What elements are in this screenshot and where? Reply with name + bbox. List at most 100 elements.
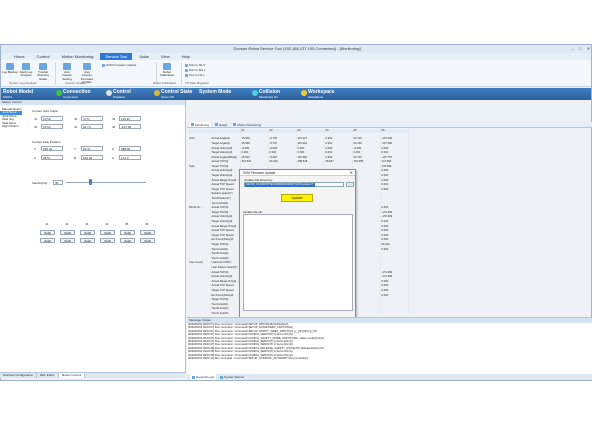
jog-axis-label: J1 (45, 222, 49, 226)
n1x-to-n1x-button[interactable]: N1x to N1.x (185, 73, 205, 77)
joint-value: -5.71 (81, 116, 103, 121)
maximize-icon[interactable]: □ (578, 46, 583, 51)
ribbon: Log Backup Fault Log Analysis Trouble Sh… (1, 60, 591, 87)
title-bar: Doosan Robot Service Tool (192.168.137.1… (1, 45, 591, 53)
jog-minus-button[interactable]: (hold) (140, 238, 155, 243)
jog-plus-button[interactable]: (hold) (100, 230, 115, 235)
jog-axis-label: J4 (105, 222, 109, 226)
ribbon-separator (55, 62, 56, 85)
axis-setting-icon (63, 63, 71, 70)
menu-view[interactable]: View (156, 53, 175, 60)
fault-log-icon (22, 63, 30, 70)
status-indicator (154, 90, 160, 96)
jog-minus-button[interactable]: (hold) (100, 238, 115, 243)
jog-axis-label: J6 (145, 222, 149, 226)
firmware-icon (102, 63, 105, 67)
jog-minus-button[interactable]: (hold) (120, 238, 135, 243)
table-cell: Actual Angle(ABS)(d) (210, 155, 241, 161)
jog-minus-button[interactable]: (hold) (80, 238, 95, 243)
motion-control-panel: Motion Control Manual Motion Joint Move … (0, 100, 186, 372)
firmware-update-icon (83, 63, 91, 70)
jog-plus-button[interactable]: (hold) (120, 230, 135, 235)
update-button[interactable]: Update (281, 194, 313, 202)
axis-inverter-setting-button[interactable]: Axis Inverter Setting (59, 63, 75, 81)
task-value: 174.4 (119, 155, 141, 160)
jog-axis-label: J5 (125, 222, 129, 226)
log-icon (192, 375, 195, 379)
tab-graph[interactable]: Graph (213, 122, 229, 127)
table-cell: Tool C Axis(D) (210, 311, 241, 314)
dialog-title-bar: SVM Firmware Update ✕ (240, 170, 355, 176)
menu-bar: Home Control Motion Monitoring Service T… (1, 53, 591, 60)
fault-log-analysis-button[interactable]: Fault Log Analysis (18, 63, 34, 78)
status-indicator (56, 90, 62, 96)
jog-minus-button[interactable]: (hold) (40, 238, 55, 243)
task-value: 154.93 (81, 155, 103, 160)
message-line: [2020/03/04 09:00:11] Run command : Comm… (188, 357, 309, 361)
ribbon-group-label: Robot Calibration (153, 81, 177, 85)
message-output-panel: Message Output [2020/03/04 09:00:07] Run… (187, 317, 592, 377)
status-indicator (106, 90, 112, 96)
monitor-icon (191, 123, 194, 126)
message-tabs: General Logs System Alarms (187, 374, 592, 380)
guide-icon (39, 63, 47, 70)
trouble-shooting-guide-button[interactable]: Trouble Shooting Guide (35, 63, 51, 81)
joint-value: 94.74 (81, 124, 103, 129)
svm-firmware-update-button[interactable]: SVM Firmware Update (102, 63, 136, 67)
velocity-label: Velocity(%): (32, 181, 48, 185)
window-controls: – □ ✕ (570, 46, 591, 51)
velocity-slider-track[interactable] (66, 182, 146, 183)
joint-value: 115.33 (119, 116, 141, 121)
jog-plus-button[interactable]: (hold) (40, 230, 55, 235)
ribbon-group-label: TP Data Migration (185, 81, 210, 85)
velocity-slider-thumb[interactable] (89, 179, 92, 185)
menu-control[interactable]: Control (32, 53, 55, 60)
menu-motion-monitoring[interactable]: Motion Monitoring (57, 53, 99, 60)
tab-general-logs[interactable]: General Logs (190, 374, 217, 380)
status-indicator (252, 90, 258, 96)
jog-plus-button[interactable]: (hold) (80, 230, 95, 235)
tab-system-alarms[interactable]: System Alarms (218, 374, 246, 380)
jog-minus-button[interactable]: (hold) (60, 238, 75, 243)
backup-icon (6, 63, 14, 70)
calibration-icon (163, 63, 171, 70)
dialog-title: SVM Firmware Update (243, 171, 276, 175)
jog-axis-label: J2 (65, 222, 69, 226)
update-file-path-input[interactable]: SETUP_FOCR0Y8YSR10026M1013/DRT.SVM.Updat… (244, 182, 344, 187)
ribbon-group-label: Inverter Update (65, 81, 86, 85)
migration-icon (185, 63, 188, 67)
tab-motion-monitoring[interactable]: Motion Monitoring (231, 122, 263, 127)
tab-workcell-configuration[interactable]: Workcell Configuration (0, 373, 38, 378)
browse-button[interactable]: ... (346, 182, 354, 187)
menu-help[interactable]: Help (177, 53, 195, 60)
menu-value[interactable]: Value (134, 53, 154, 60)
tab-monitoring[interactable]: Monitoring (189, 122, 212, 127)
velocity-input[interactable]: 30 (53, 180, 63, 185)
minimize-icon[interactable]: – (570, 46, 575, 51)
menu-home[interactable]: Home (9, 53, 30, 60)
task-value: 28.67 (41, 155, 63, 160)
tab-drl-editor[interactable]: DRL Editor (37, 373, 59, 378)
tab-motion-control[interactable]: Motion Control (58, 373, 86, 378)
log-backup-button[interactable]: Log Backup (2, 63, 18, 74)
migration-icon (185, 73, 188, 77)
robot-calibration-button[interactable]: Robot Calibration (159, 63, 175, 78)
joint-angle-title: Current Joint Angle: (32, 109, 59, 113)
table-cell: Actual Range Pos(d) (210, 178, 241, 184)
alarm-icon (220, 375, 224, 379)
motion-list: Joint Move Joint Move Task Jog Task Move… (0, 110, 24, 129)
task-value: 536.42 (41, 146, 63, 151)
task-value: 92.47 (81, 146, 103, 151)
monitoring-tabs: Monitoring Graph Motion Monitoring (187, 122, 592, 128)
table-cell (380, 311, 409, 314)
motion-item[interactable]: Align Motion (0, 125, 24, 129)
close-icon[interactable]: ✕ (350, 170, 353, 176)
jog-axis-label: J3 (85, 222, 89, 226)
m1x-to-m1x-button[interactable]: M1x to M1.x (185, 68, 205, 72)
m1x-to-n10-button[interactable]: M1x to N1.0 (185, 63, 205, 67)
jog-plus-button[interactable]: (hold) (140, 230, 155, 235)
jog-plus-button[interactable]: (hold) (60, 230, 75, 235)
menu-service-tool[interactable]: Service Tool (100, 53, 133, 60)
graph-icon (215, 123, 219, 126)
close-icon[interactable]: ✕ (586, 46, 591, 51)
